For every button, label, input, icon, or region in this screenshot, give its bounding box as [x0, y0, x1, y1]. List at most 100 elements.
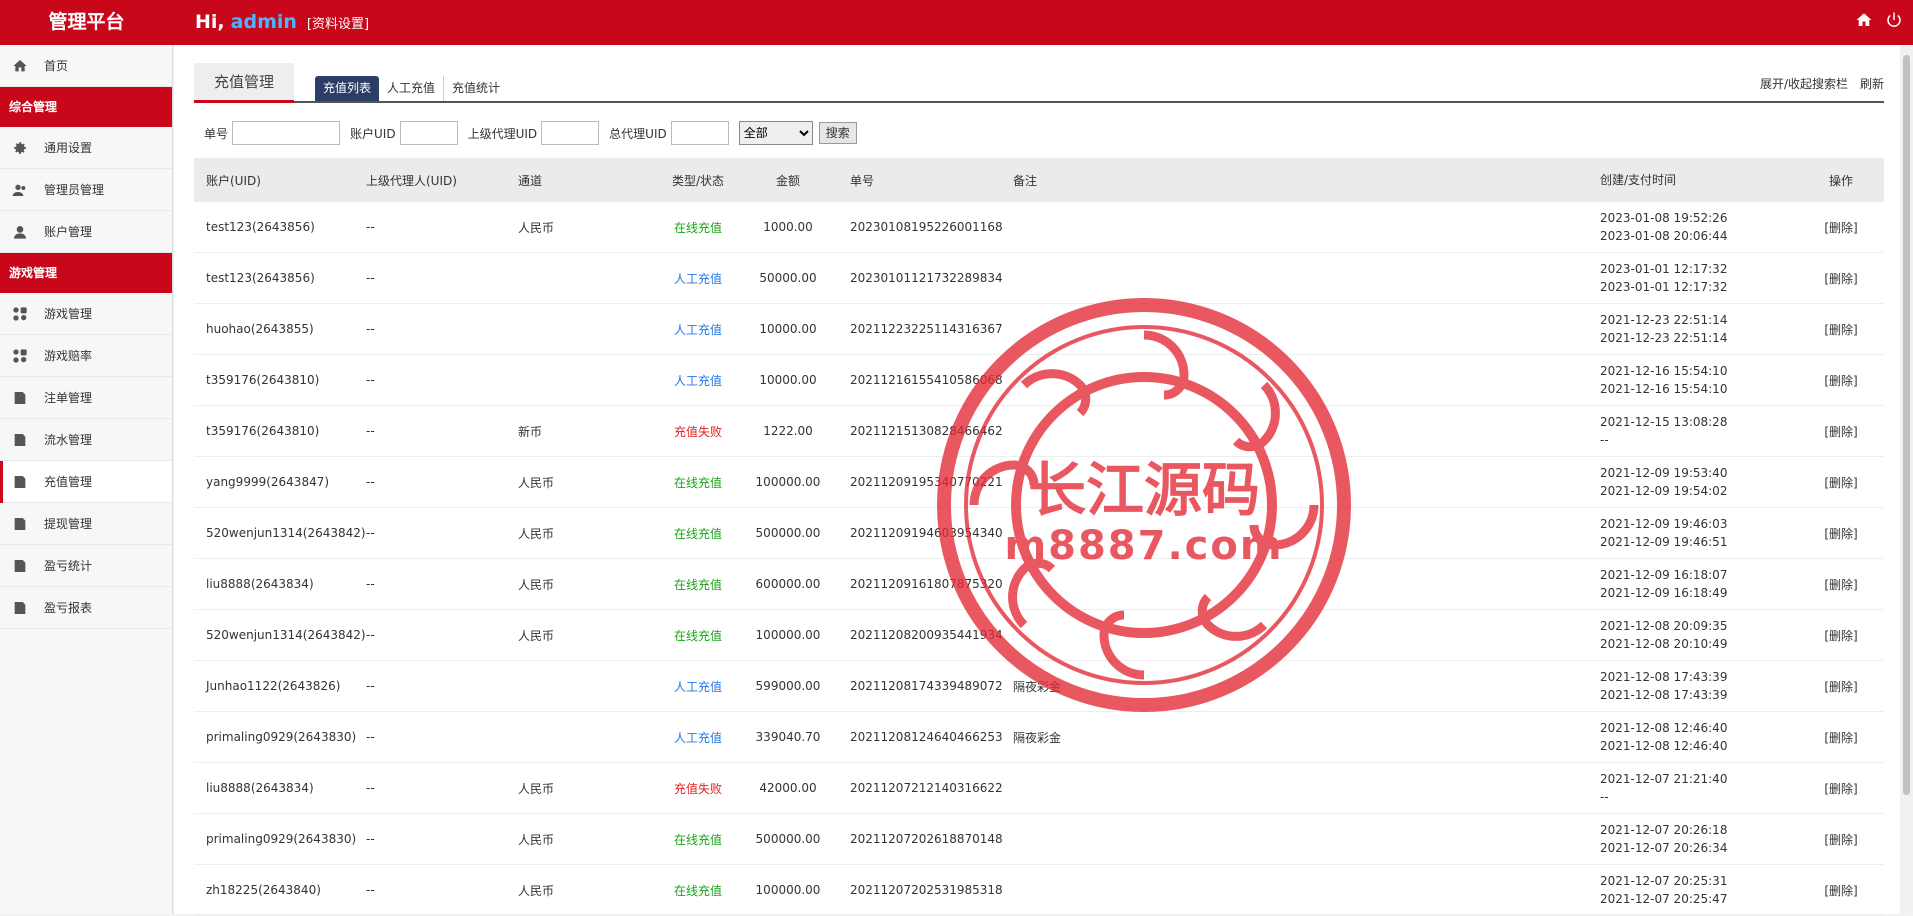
sidebar-item-game-odds[interactable]: 游戏赔率	[0, 335, 172, 377]
account-cell: test123(2643856)	[206, 220, 315, 234]
parent-agent-uid-input[interactable]	[541, 121, 600, 145]
order-number-cell: 20211208200935441934	[850, 628, 1003, 642]
created-time: 2021-12-08 20:09:35	[1600, 619, 1728, 633]
created-time: 2021-12-15 13:08:28	[1600, 415, 1728, 429]
order-number-cell: 20211207202531985318	[850, 883, 1003, 897]
note-cell: 隔夜彩金	[1013, 679, 1062, 694]
order-number-cell: 20211209195340770221	[850, 475, 1003, 489]
top-bar: 管理平台 Hi, admin [资料设置]	[0, 0, 1913, 45]
tab-recharge-management[interactable]: 充值管理	[194, 63, 294, 103]
sidebar-item-admin-management[interactable]: 管理员管理	[0, 169, 172, 211]
column-header: 单号	[850, 173, 875, 188]
account-cell: liu8888(2643834)	[206, 577, 314, 591]
home-icon[interactable]	[1855, 11, 1873, 29]
delete-link[interactable]: [删除]	[1798, 423, 1884, 440]
parent-agent-cell: --	[366, 322, 375, 336]
sidebar-item-flow-management[interactable]: 流水管理	[0, 419, 172, 461]
delete-link[interactable]: [删除]	[1798, 729, 1884, 746]
scrollbar-thumb[interactable]	[1903, 55, 1910, 795]
status-cell: 充值失败	[673, 781, 722, 796]
order-number-cell: 20211207212140316622	[850, 781, 1003, 795]
parent-agent-cell: --	[366, 679, 375, 693]
profile-settings-link[interactable]: [资料设置]	[307, 17, 369, 32]
recharge-table: 账户(UID) 上级代理人(UID) 通道 类型/状态 金额 单号 备注 创建/…	[194, 158, 1884, 916]
sidebar-item-home[interactable]: 首页	[0, 45, 172, 87]
created-time: 2021-12-09 19:53:40	[1600, 466, 1728, 480]
paid-time: 2021-12-07 20:26:34	[1600, 841, 1728, 855]
paid-time: 2021-12-09 19:54:02	[1600, 484, 1728, 498]
created-time: 2021-12-16 15:54:10	[1600, 364, 1728, 378]
created-time: 2021-12-09 19:46:03	[1600, 517, 1728, 531]
delete-link[interactable]: [删除]	[1798, 831, 1884, 848]
channel-cell: 人民币	[518, 883, 555, 898]
delete-link[interactable]: [删除]	[1798, 219, 1884, 236]
sidebar-item-account-management[interactable]: 账户管理	[0, 211, 172, 253]
users-icon	[12, 182, 28, 198]
delete-link[interactable]: [删除]	[1798, 678, 1884, 695]
delete-link[interactable]: [删除]	[1798, 780, 1884, 797]
sidebar-item-label: 管理员管理	[44, 183, 105, 197]
table-row: Junhao1122(2643826) -- 人工充值 599000.00 202112…	[194, 661, 1884, 712]
account-cell: Junhao1122(2643826)	[206, 679, 341, 693]
order-number-input[interactable]	[232, 121, 341, 145]
amount-cell: 1222.00	[763, 424, 813, 438]
parent-agent-uid-label: 上级代理UID	[467, 126, 538, 141]
delete-link[interactable]: [删除]	[1798, 372, 1884, 389]
sidebar-item-general-settings[interactable]: 通用设置	[0, 127, 172, 169]
table-row: huohao(2643855) -- 人工充值 10000.00 20211223225…	[194, 304, 1884, 355]
sidebar-item-recharge-management[interactable]: 充值管理	[0, 461, 172, 503]
delete-link[interactable]: [删除]	[1798, 627, 1884, 644]
order-number-cell: 20211208174339489072	[850, 679, 1003, 693]
sidebar-item-bet-management[interactable]: 注单管理	[0, 377, 172, 419]
type-select[interactable]: 全部	[738, 121, 813, 145]
table-row: zh18225(2643840) -- 人民币 在线充值 100000.00 202112…	[194, 865, 1884, 916]
subtab-recharge-list[interactable]: 充值列表	[315, 76, 380, 101]
channel-cell: 人民币	[518, 832, 555, 847]
status-cell: 人工充值	[673, 373, 722, 388]
time-cell: 2021-12-07 20:26:18 2021-12-07 20:26:34	[1588, 821, 1798, 857]
channel-cell: 人民币	[518, 577, 555, 592]
greeting-text: Hi,	[195, 11, 225, 33]
created-time: 2021-12-08 17:43:39	[1600, 670, 1728, 684]
delete-link[interactable]: [删除]	[1798, 882, 1884, 899]
search-button[interactable]: 搜索	[818, 122, 857, 144]
subtab-manual-recharge[interactable]: 人工充值	[379, 76, 445, 101]
delete-link[interactable]: [删除]	[1798, 525, 1884, 542]
paid-time: --	[1600, 433, 1609, 447]
status-cell: 在线充值	[673, 577, 722, 592]
order-number-label: 单号	[204, 126, 229, 141]
table-row: test123(2643856) -- 人民币 在线充值 1000.00 20230108…	[194, 202, 1884, 253]
order-number-cell: 20211216155410586068	[850, 373, 1003, 387]
paid-time: 2021-12-08 12:46:40	[1600, 739, 1728, 753]
delete-link[interactable]: [删除]	[1798, 576, 1884, 593]
sidebar-item-profit-stats[interactable]: 盈亏统计	[0, 545, 172, 587]
parent-agent-cell: --	[366, 271, 375, 285]
sidebar-item-withdraw-management[interactable]: 提现管理	[0, 503, 172, 545]
sidebar-item-label: 首页	[44, 59, 69, 73]
sidebar-item-profit-report[interactable]: 盈亏报表	[0, 587, 172, 629]
status-cell: 在线充值	[673, 475, 722, 490]
tab-bar: 充值管理 充值列表 人工充值 充值统计 展开/收起搜索栏 刷新	[194, 63, 1884, 103]
amount-cell: 600000.00	[755, 577, 821, 591]
delete-link[interactable]: [删除]	[1798, 270, 1884, 287]
time-cell: 2021-12-15 13:08:28 --	[1588, 413, 1798, 449]
created-time: 2023-01-01 12:17:32	[1600, 262, 1728, 276]
amount-cell: 42000.00	[759, 781, 817, 795]
amount-cell: 100000.00	[755, 883, 821, 897]
time-cell: 2021-12-08 12:46:40 2021-12-08 12:46:40	[1588, 719, 1798, 755]
toggle-search-link[interactable]: 展开/收起搜索栏	[1760, 75, 1848, 92]
power-icon[interactable]	[1885, 11, 1903, 29]
subtab-recharge-stats[interactable]: 充值统计	[444, 76, 508, 101]
sidebar: 首页 综合管理 通用设置 管理员管理 账户管理 游戏管理 游戏管理 游戏赔率 注…	[0, 45, 173, 914]
account-uid-input[interactable]	[399, 121, 458, 145]
sidebar-group-general: 综合管理	[0, 87, 172, 127]
refresh-link[interactable]: 刷新	[1860, 75, 1884, 92]
user-icon	[12, 224, 28, 240]
delete-link[interactable]: [删除]	[1798, 474, 1884, 491]
time-cell: 2021-12-07 20:25:31 2021-12-07 20:25:47	[1588, 872, 1798, 908]
top-agent-uid-input[interactable]	[670, 121, 729, 145]
page-scrollbar[interactable]	[1900, 45, 1913, 914]
sidebar-item-game-management[interactable]: 游戏管理	[0, 293, 172, 335]
delete-link[interactable]: [删除]	[1798, 321, 1884, 338]
order-number-cell: 20211208124640466253	[850, 730, 1003, 744]
